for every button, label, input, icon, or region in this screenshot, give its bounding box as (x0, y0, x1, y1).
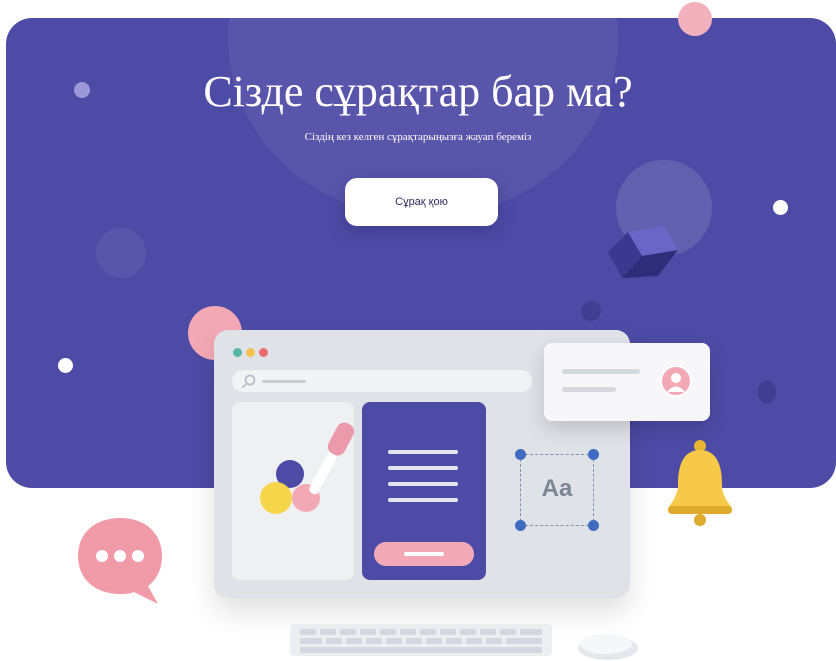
search-bar (232, 370, 532, 392)
background-glow (758, 380, 776, 404)
selection-handle (588, 520, 599, 531)
content-panel (362, 402, 486, 580)
text-tool-box: Aa (515, 449, 599, 531)
mouse-icon (578, 634, 638, 660)
chat-bubble-icon (78, 518, 162, 604)
font-sample-text: Aa (541, 475, 573, 502)
page-title: Сізде сұрақтар бар ма? (203, 67, 633, 116)
text-line (388, 466, 458, 470)
ask-question-button[interactable]: Сұрақ қою (345, 178, 498, 226)
keyboard-icon (290, 624, 552, 656)
bell-icon (668, 440, 732, 526)
text-line (388, 482, 458, 486)
decorative-dot (773, 200, 788, 215)
text-line (562, 369, 640, 374)
window-dot-red (259, 348, 268, 357)
text-line (388, 450, 458, 454)
color-dropper-icon (260, 422, 355, 514)
window-dot-yellow (246, 348, 255, 357)
selection-handle (588, 449, 599, 460)
text-line (388, 498, 458, 502)
selection-handle (515, 449, 526, 460)
background-glow (96, 228, 146, 278)
cube-icon (608, 226, 678, 278)
selection-handle (515, 520, 526, 531)
window-dot-green (233, 348, 242, 357)
search-placeholder-line (262, 380, 306, 383)
profile-card (544, 343, 710, 421)
panel-button (374, 542, 474, 566)
decorative-dot (58, 358, 73, 373)
text-line (562, 387, 616, 392)
color-panel (232, 402, 355, 580)
avatar-icon (660, 365, 692, 397)
decorative-dot (678, 2, 712, 36)
page-subtitle: Сіздің кез келген сұрақтарыңызға жауап б… (304, 131, 532, 143)
search-icon (242, 374, 256, 388)
background-glow (581, 301, 601, 321)
